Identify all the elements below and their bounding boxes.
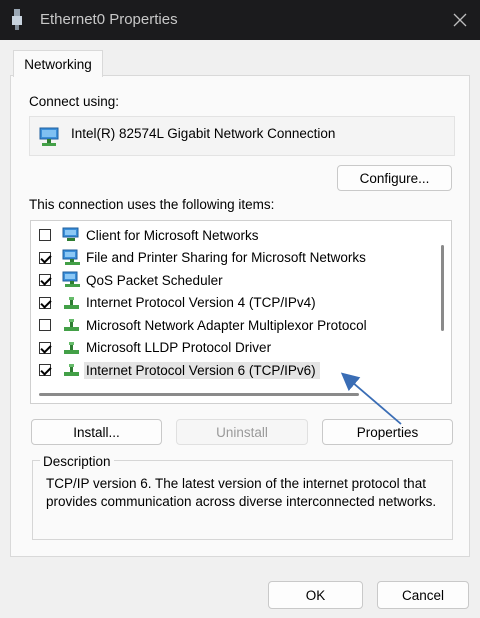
ok-button[interactable]: OK — [268, 581, 363, 609]
list-item[interactable]: Microsoft Network Adapter Multiplexor Pr… — [39, 314, 367, 336]
network-adapter-icon — [39, 127, 59, 146]
item-checkbox[interactable] — [39, 229, 51, 241]
item-checkbox[interactable] — [39, 319, 51, 331]
vertical-scrollbar[interactable] — [441, 245, 444, 331]
properties-button[interactable]: Properties — [322, 419, 453, 445]
list-item[interactable]: Microsoft LLDP Protocol Driver — [39, 337, 271, 359]
close-button[interactable] — [440, 0, 480, 40]
network-adapter-icon — [12, 9, 22, 30]
list-item[interactable]: File and Printer Sharing for Microsoft N… — [39, 247, 366, 269]
item-label: File and Printer Sharing for Microsoft N… — [86, 250, 366, 265]
item-label: Internet Protocol Version 4 (TCP/IPv4) — [86, 295, 316, 310]
list-item[interactable]: Internet Protocol Version 6 (TCP/IPv6) — [39, 359, 320, 381]
configure-button[interactable]: Configure... — [337, 165, 452, 191]
list-item[interactable]: Internet Protocol Version 4 (TCP/IPv4) — [39, 292, 316, 314]
adapter-name: Intel(R) 82574L Gigabit Network Connecti… — [71, 126, 336, 141]
item-label: QoS Packet Scheduler — [86, 272, 223, 288]
network-service-icon — [62, 249, 80, 265]
list-item[interactable]: QoS Packet Scheduler — [39, 269, 223, 291]
network-service-icon — [62, 271, 80, 287]
properties-dialog: Ethernet0 Properties Networking Connect … — [0, 0, 480, 618]
close-icon — [453, 13, 467, 27]
protocol-icon — [64, 296, 79, 309]
items-list[interactable]: Client for Microsoft Networks File and Pr… — [30, 220, 452, 404]
protocol-icon — [64, 341, 79, 354]
title-bar: Ethernet0 Properties — [0, 0, 480, 40]
connect-using-label: Connect using: — [29, 94, 120, 109]
item-label: Microsoft LLDP Protocol Driver — [86, 340, 272, 355]
description-text: TCP/IP version 6. The latest version of … — [46, 476, 437, 509]
item-label: Internet Protocol Version 6 (TCP/IPv6) — [84, 361, 320, 379]
items-label: This connection uses the following items… — [29, 197, 275, 212]
description-legend: Description — [40, 454, 114, 469]
install-button[interactable]: Install... — [31, 419, 162, 445]
cancel-button[interactable]: Cancel — [377, 581, 469, 609]
window-title: Ethernet0 Properties — [40, 11, 178, 28]
item-label: Client for Microsoft Networks — [86, 227, 259, 243]
uninstall-button[interactable]: Uninstall — [176, 419, 308, 445]
item-label: Microsoft Network Adapter Multiplexor Pr… — [86, 317, 367, 333]
adapter-field: Intel(R) 82574L Gigabit Network Connecti… — [29, 116, 455, 156]
list-item[interactable]: Client for Microsoft Networks — [39, 224, 259, 246]
item-checkbox[interactable] — [39, 341, 51, 354]
protocol-icon — [64, 364, 79, 376]
network-client-icon — [62, 227, 79, 241]
item-checkbox[interactable] — [39, 364, 51, 376]
horizontal-scrollbar[interactable] — [39, 393, 359, 396]
tab-networking[interactable]: Networking — [13, 50, 103, 77]
item-checkbox[interactable] — [39, 296, 51, 309]
item-checkbox[interactable] — [39, 251, 51, 264]
protocol-icon — [64, 319, 79, 331]
item-checkbox[interactable] — [39, 274, 51, 286]
